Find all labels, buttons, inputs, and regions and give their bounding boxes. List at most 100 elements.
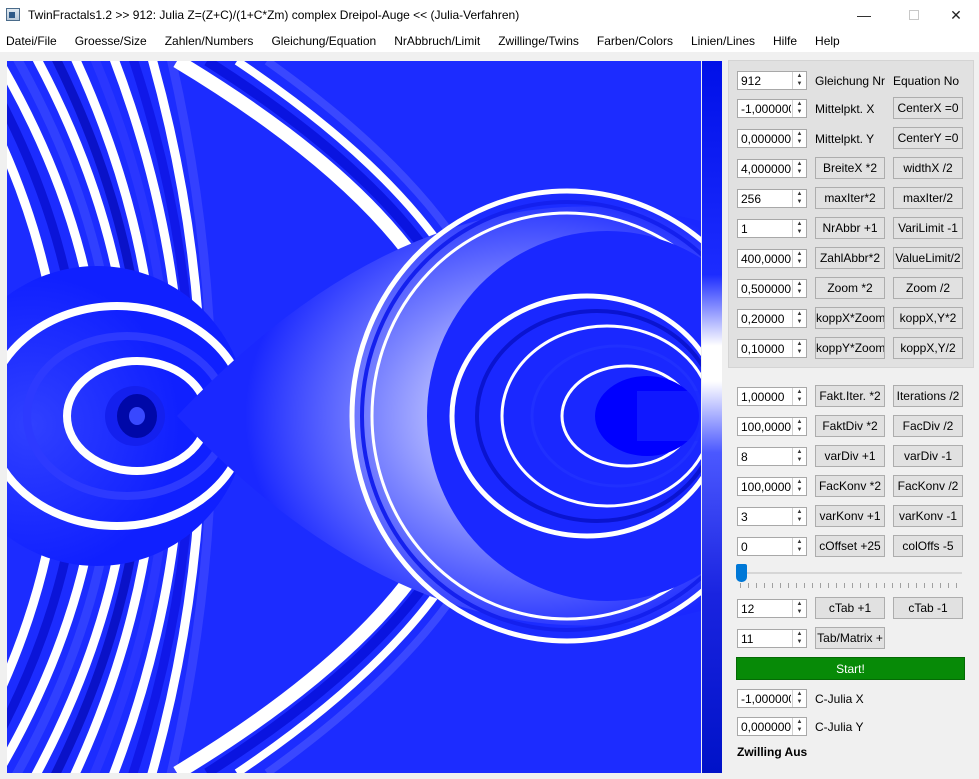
center-x-value: -1,0000000 <box>741 102 791 116</box>
c-julia-y-spinbox[interactable]: 0,0000000 ▲▼ <box>737 717 807 736</box>
col-offs-minus-button[interactable]: colOffs -5 <box>893 535 963 557</box>
spin-arrows[interactable]: ▲ ▼ <box>792 130 806 147</box>
c-julia-y-value: 0,0000000 <box>741 720 791 734</box>
center-x-spinbox[interactable]: -1,0000000 ▲▼ <box>737 99 807 118</box>
spin-arrows[interactable]: ▲ ▼ <box>792 478 806 495</box>
kopp-xy-double-button[interactable]: koppX,Y*2 <box>893 307 963 329</box>
var-div-minus-button[interactable]: varDiv -1 <box>893 445 963 467</box>
value-limit-half-button[interactable]: ValueLimit/2 <box>893 247 963 269</box>
kopp-y-zoom-button[interactable]: koppY*Zoom <box>815 337 885 359</box>
fakt-iter-spinbox[interactable]: 1,00000 ▲ ▼ <box>737 387 807 406</box>
spin-arrows[interactable]: ▲ ▼ <box>792 418 806 435</box>
spin-arrows[interactable]: ▲ ▼ <box>792 100 806 117</box>
c-offset-spinbox[interactable]: 0 ▲ ▼ <box>737 537 807 556</box>
spin-arrows[interactable]: ▲ ▼ <box>792 250 806 267</box>
minimize-button[interactable]: — <box>841 0 887 30</box>
c-offset-plus-button[interactable]: cOffset +25 <box>815 535 885 557</box>
c-tab-spinbox[interactable]: 12 ▲ ▼ <box>737 599 807 618</box>
tab-matrix-plus-button[interactable]: Tab/Matrix + <box>815 627 885 649</box>
start-button[interactable]: Start! <box>736 657 965 680</box>
menu-zahlen[interactable]: Zahlen/Numbers <box>159 34 254 48</box>
var-konv-spinbox[interactable]: 3 ▲ ▼ <box>737 507 807 526</box>
c-tab-plus-button[interactable]: cTab +1 <box>815 597 885 619</box>
vari-limit-minus-button[interactable]: VariLimit -1 <box>893 217 963 239</box>
menu-gleichung[interactable]: Gleichung/Equation <box>265 34 376 48</box>
kopp-y-spinbox[interactable]: 0,10000 ▲ ▼ <box>737 339 807 358</box>
color-slider-track[interactable] <box>740 572 962 574</box>
center-y-reset-button[interactable]: CenterY =0 <box>893 127 963 149</box>
fakt-div-spinbox[interactable]: 100,00000 ▲▼ <box>737 417 807 436</box>
spin-arrows[interactable]: ▲ ▼ <box>792 448 806 465</box>
width-double-button[interactable]: BreiteX *2 <box>815 157 885 179</box>
menu-nrabbruch[interactable]: NrAbbruch/Limit <box>388 34 480 48</box>
c-julia-x-spinbox[interactable]: -1,0000000 ▲▼ <box>737 689 807 708</box>
var-div-plus-button[interactable]: varDiv +1 <box>815 445 885 467</box>
zoom-half-button[interactable]: Zoom /2 <box>893 277 963 299</box>
spin-arrows[interactable]: ▲ ▼ <box>792 690 806 707</box>
fractal-canvas[interactable] <box>7 61 701 773</box>
spin-arrows[interactable]: ▲ ▼ <box>792 718 806 735</box>
menu-linien[interactable]: Linien/Lines <box>685 34 755 48</box>
menu-bar: Datei/File Groesse/Size Zahlen/Numbers G… <box>0 30 979 52</box>
zahl-abbr-value: 400,0000000 <box>741 252 791 266</box>
kopp-x-zoom-button[interactable]: koppX*Zoom <box>815 307 885 329</box>
fakt-iter-double-button[interactable]: Fakt.Iter. *2 <box>815 385 885 407</box>
maximize-button[interactable] <box>891 0 937 30</box>
center-y-spinbox[interactable]: 0,0000000 ▲▼ <box>737 129 807 148</box>
twin-status: Zwilling Aus <box>737 745 808 759</box>
iterations-half-button[interactable]: Iterations /2 <box>893 385 963 407</box>
spin-arrows[interactable]: ▲ ▼ <box>792 160 806 177</box>
c-tab-minus-button[interactable]: cTab -1 <box>893 597 963 619</box>
fakt-div-value: 100,00000 <box>741 420 791 434</box>
spin-arrows[interactable]: ▲ ▼ <box>792 280 806 297</box>
menu-groesse[interactable]: Groesse/Size <box>69 34 147 48</box>
menu-datei[interactable]: Datei/File <box>0 34 57 48</box>
spin-arrows[interactable]: ▲ ▼ <box>792 190 806 207</box>
zoom-spinbox[interactable]: 0,5000000 ▲▼ <box>737 279 807 298</box>
width-half-button[interactable]: widthX /2 <box>893 157 963 179</box>
max-iter-spinbox[interactable]: 256 ▲ ▼ <box>737 189 807 208</box>
max-iter-half-button[interactable]: maxIter/2 <box>893 187 963 209</box>
var-div-spinbox[interactable]: 8 ▲ ▼ <box>737 447 807 466</box>
spin-arrows[interactable]: ▲ ▼ <box>792 600 806 617</box>
spin-arrows[interactable]: ▲ ▼ <box>792 72 806 89</box>
fac-konv-spinbox[interactable]: 100,00000 ▲▼ <box>737 477 807 496</box>
tab-matrix-spinbox[interactable]: 11 ▲ ▼ <box>737 629 807 648</box>
menu-farben[interactable]: Farben/Colors <box>591 34 673 48</box>
menu-hilfe[interactable]: Hilfe <box>767 34 797 48</box>
fac-konv-double-button[interactable]: FacKonv *2 <box>815 475 885 497</box>
var-konv-minus-button[interactable]: varKonv -1 <box>893 505 963 527</box>
width-spinbox[interactable]: 4,0000000 ▲▼ <box>737 159 807 178</box>
spin-arrows[interactable]: ▲ ▼ <box>792 340 806 357</box>
title-bar: TwinFractals1.2 >> 912: Julia Z=(Z+C)/(1… <box>0 0 979 30</box>
fakt-div-double-button[interactable]: FaktDiv *2 <box>815 415 885 437</box>
zoom-value: 0,5000000 <box>741 282 791 296</box>
spin-arrows[interactable]: ▲ ▼ <box>792 630 806 647</box>
equation-spinbox[interactable]: 912 ▲ ▼ <box>737 71 807 90</box>
zoom-double-button[interactable]: Zoom *2 <box>815 277 885 299</box>
spin-arrows[interactable]: ▲ ▼ <box>792 508 806 525</box>
close-button[interactable]: ✕ <box>933 0 979 30</box>
color-slider-thumb[interactable] <box>736 564 747 582</box>
zahl-abbr-spinbox[interactable]: 400,0000000 ▲▼ <box>737 249 807 268</box>
tab-matrix-value: 11 <box>741 632 754 646</box>
nr-abbr-plus-button[interactable]: NrAbbr +1 <box>815 217 885 239</box>
spin-arrows[interactable]: ▲ ▼ <box>792 388 806 405</box>
max-iter-double-button[interactable]: maxIter*2 <box>815 187 885 209</box>
width-value: 4,0000000 <box>741 162 791 176</box>
fac-div-half-button[interactable]: FacDiv /2 <box>893 415 963 437</box>
spin-arrows[interactable]: ▲ ▼ <box>792 220 806 237</box>
kopp-x-spinbox[interactable]: 0,20000 ▲ ▼ <box>737 309 807 328</box>
menu-zwillinge[interactable]: Zwillinge/Twins <box>492 34 579 48</box>
kopp-xy-half-button[interactable]: koppX,Y/2 <box>893 337 963 359</box>
center-x-reset-button[interactable]: CenterX =0 <box>893 97 963 119</box>
zahl-abbr-double-button[interactable]: ZahlAbbr*2 <box>815 247 885 269</box>
var-konv-plus-button[interactable]: varKonv +1 <box>815 505 885 527</box>
fac-konv-half-button[interactable]: FacKonv /2 <box>893 475 963 497</box>
nr-abbr-spinbox[interactable]: 1 ▲ ▼ <box>737 219 807 238</box>
menu-help[interactable]: Help <box>809 34 840 48</box>
fakt-iter-value: 1,00000 <box>741 390 785 404</box>
spin-arrows[interactable]: ▲ ▼ <box>792 538 806 555</box>
c-julia-x-value: -1,0000000 <box>741 692 791 706</box>
spin-arrows[interactable]: ▲ ▼ <box>792 310 806 327</box>
